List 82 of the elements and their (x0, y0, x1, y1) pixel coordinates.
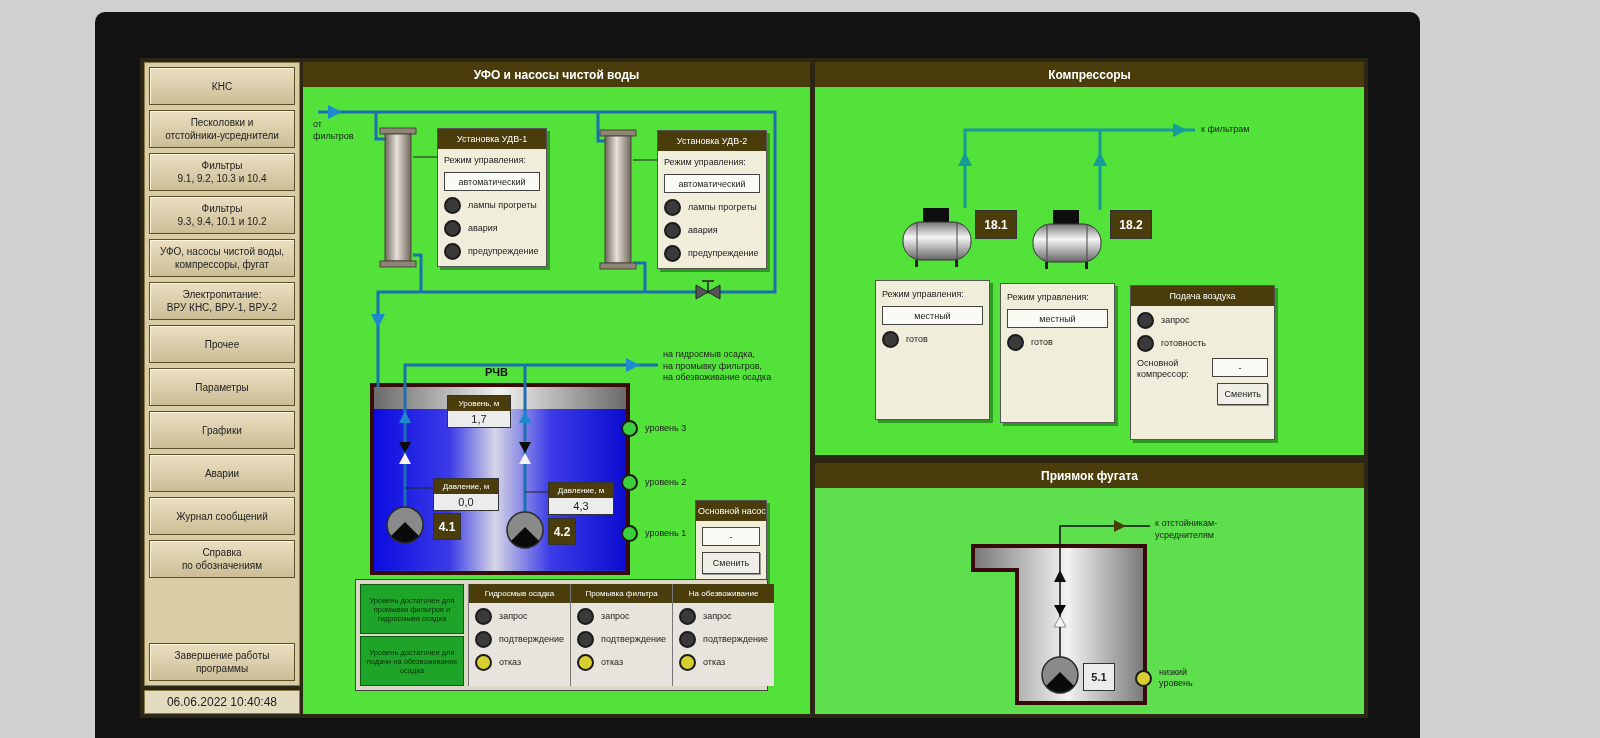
lamp-label: запрос (601, 610, 630, 623)
card-title: Основной насос (696, 501, 766, 521)
compressor-drawing (902, 208, 972, 267)
nav-button[interactable]: Справка по обозначениям (149, 540, 295, 578)
pump-icon (386, 506, 424, 544)
reading-value: 0,0 (434, 494, 498, 510)
mode-field: автоматический (444, 172, 540, 192)
lamp-label: лампы прогреты (468, 200, 537, 212)
main-compressor-label: Основной компрессор: (1137, 358, 1190, 381)
outlet-label: к отстойникам- усреднителям (1155, 518, 1218, 542)
main-pump-field: - (702, 527, 760, 546)
panel-title: Компрессоры (815, 62, 1364, 87)
lamp-label: лампы прогреты (688, 202, 757, 214)
compressor-drawing (1032, 210, 1102, 269)
outlet-label: на гидросмыв осадка, на промывку фильтров, на обезвоживание осадка (663, 349, 772, 385)
lamp-label: запрос (703, 610, 732, 623)
mode-field: местный (1007, 309, 1108, 329)
nav-button[interactable]: Аварии (149, 454, 295, 492)
compressor-tag: 18.2 (1110, 210, 1152, 239)
pump-icon (506, 511, 544, 549)
lamp-label: предупреждение (688, 248, 759, 260)
outlet-label: к фильтрам (1201, 124, 1250, 136)
nav-button[interactable]: Журнал сообщений (149, 497, 295, 535)
nav-button[interactable]: Прочее (149, 325, 295, 363)
change-button[interactable]: Сменить (1217, 383, 1268, 405)
card-title: Подача воздуха (1131, 286, 1274, 306)
reading-title: Давление, м (434, 479, 498, 494)
card-title: Установка УДВ-1 (438, 129, 546, 149)
card-title: Установка УДВ-2 (658, 131, 766, 151)
lamp-label: отказ (499, 656, 522, 669)
lamp-label: запрос (1161, 314, 1190, 327)
lamp-label: подтверждение (703, 633, 769, 646)
pump-icon (1041, 656, 1079, 694)
pump-tag: 4.1 (433, 513, 461, 540)
mode-label: Режим управления: (664, 157, 747, 169)
inlet-label: от фильтров (313, 119, 354, 143)
mode-label: Режим управления: (444, 155, 527, 167)
nav-button[interactable]: УФО, насосы чистой воды, компрессоры, фугат (149, 239, 295, 277)
mode-field: автоматический (664, 174, 760, 194)
lamp-label: готовность (1161, 337, 1206, 350)
compressor-tag: 18.1 (975, 210, 1017, 239)
nav-button[interactable]: Песколовки и отстойники-усреднители (149, 110, 295, 148)
lamp-label: низкий уровень (1159, 667, 1193, 690)
lamp-label: отказ (703, 656, 726, 669)
lamp-label: отказ (601, 656, 624, 669)
pump-tag: 5.1 (1083, 663, 1115, 691)
nav-button[interactable]: Параметры (149, 368, 295, 406)
lamp-label: готов (906, 334, 928, 346)
lamp-label: предупреждение (468, 246, 539, 258)
nav-button[interactable]: Электропитание: ВРУ КНС, ВРУ-1, ВРУ-2 (149, 282, 295, 320)
lamp-label: подтверждение (499, 633, 565, 646)
lamp-label: запрос (499, 610, 528, 623)
change-button[interactable]: Сменить (702, 552, 760, 574)
column-title: Гидросмыв осадка (469, 584, 571, 603)
lamp-label: авария (468, 223, 498, 235)
exit-button[interactable]: Завершение работы программы (149, 643, 295, 681)
main-compressor-field: - (1212, 358, 1268, 377)
reading-title: Уровень, м (448, 396, 510, 411)
lamp-label: авария (688, 225, 718, 237)
nav-button[interactable]: Графики (149, 411, 295, 449)
panel-title: УФО и насосы чистой воды (303, 62, 810, 87)
lamp-label: готов (1031, 337, 1053, 349)
lamp-label: подтверждение (601, 633, 667, 646)
reading-value: 4,3 (549, 498, 613, 514)
datetime: 06.06.2022 10:40:48 (144, 690, 300, 714)
nav-button[interactable]: КНС (149, 67, 295, 105)
lamp-label: уровень 2 (645, 476, 687, 489)
lamp-label: уровень 3 (645, 422, 687, 435)
panel-title: Приямок фугата (815, 463, 1364, 488)
mode-field: местный (882, 306, 983, 326)
nav-button[interactable]: Фильтры 9.1, 9.2, 10.3 и 10.4 (149, 153, 295, 191)
lamp-label: уровень 1 (645, 527, 687, 540)
reading-title: Давление, м (549, 483, 613, 498)
tank-title: РЧВ (485, 366, 508, 378)
mode-label: Режим управления: (1007, 292, 1090, 304)
nav-button[interactable]: Фильтры 9.3, 9.4, 10.1 и 10.2 (149, 196, 295, 234)
column-title: На обезвоживание (673, 584, 775, 603)
pump-tag: 4.2 (548, 518, 576, 545)
valve-icon (695, 280, 721, 300)
column-title: Промывка фильтра (571, 584, 673, 603)
mode-label: Режим управления: (882, 289, 965, 301)
reading-value: 1,7 (448, 411, 510, 427)
